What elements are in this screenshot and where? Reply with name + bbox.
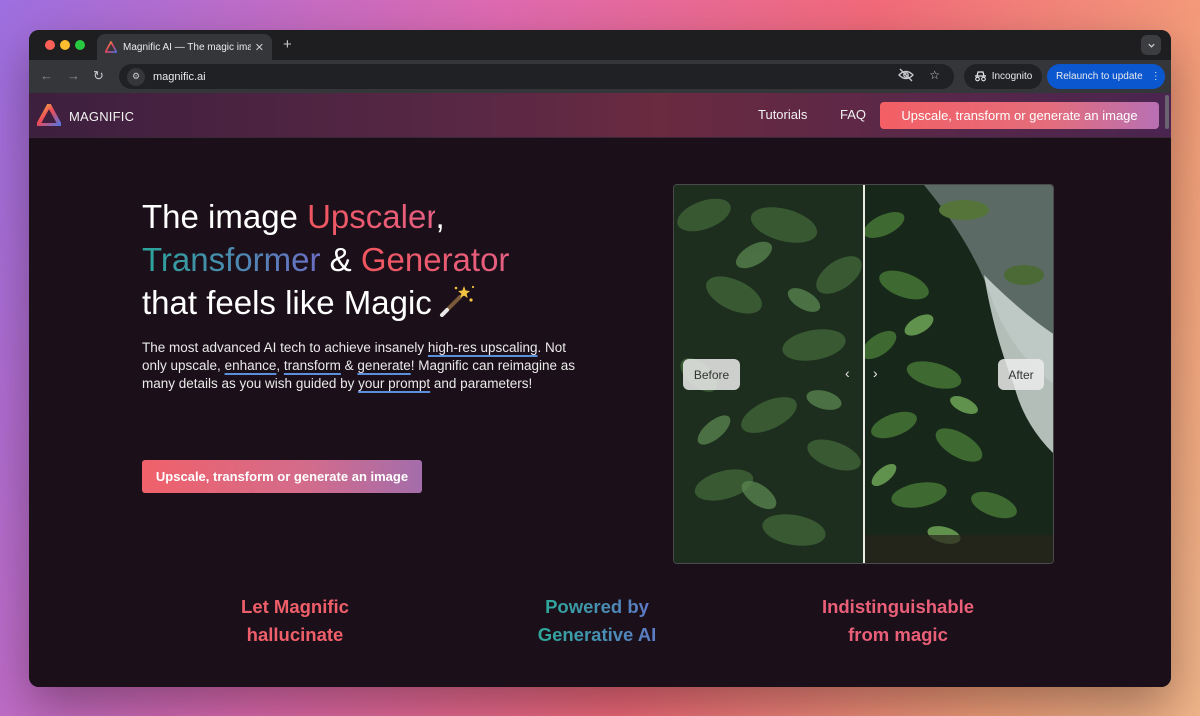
hero-title-ampersand: & <box>320 241 361 278</box>
header-cta-button[interactable]: Upscale, transform or generate an image <box>880 102 1159 129</box>
eye-off-icon[interactable] <box>898 68 914 82</box>
magic-wand-icon <box>439 285 474 317</box>
nav-link-faq[interactable]: FAQ <box>840 107 866 122</box>
hero-title-line-3: that feels like Magic <box>142 281 562 324</box>
hero-title-magic: that feels like Magic <box>142 284 432 321</box>
hero-cta-button[interactable]: Upscale, transform or generate an image <box>142 460 422 493</box>
before-label: Before <box>683 359 740 390</box>
url-text[interactable]: magnific.ai <box>153 71 206 83</box>
chevron-down-icon <box>1147 43 1155 48</box>
tab-magnific[interactable]: Magnific AI — The magic imag ✕ <box>97 34 272 60</box>
tab-title: Magnific AI — The magic imag <box>123 41 251 53</box>
high-res-upscaling-link[interactable]: high-res upscaling <box>428 340 538 355</box>
before-after-comparison[interactable]: ‹ › Before After <box>673 184 1054 564</box>
close-window-button[interactable] <box>45 40 55 50</box>
browser-window: Magnific AI — The magic imag ✕ + ← → ↻ ⚙… <box>29 30 1171 687</box>
feature-heading-line: Powered by <box>545 596 649 617</box>
hero-desc-text: The most advanced AI tech to achieve ins… <box>142 340 428 355</box>
relaunch-label: Relaunch to update <box>1056 71 1143 82</box>
hero-title-line-2: Transformer & Generator <box>142 238 562 281</box>
hero-title-generator: Generator <box>360 241 510 278</box>
hero-title-transformer: Transformer <box>142 241 321 278</box>
feature-heading-line: Generative AI <box>537 624 657 645</box>
hero-title-comma: , <box>435 198 445 235</box>
incognito-button[interactable]: Incognito <box>964 64 1042 89</box>
feature-heading-line: Indistinguishable <box>821 596 975 617</box>
hero-title: The image Upscaler, Transformer & Genera… <box>142 195 562 324</box>
more-vert-icon[interactable]: ⋮ <box>1151 71 1161 82</box>
tab-strip: Magnific AI — The magic imag ✕ + <box>29 30 1171 60</box>
new-tab-button[interactable]: + <box>283 36 292 53</box>
maximize-window-button[interactable] <box>75 40 85 50</box>
minimize-window-button[interactable] <box>60 40 70 50</box>
enhance-link[interactable]: enhance <box>225 358 277 373</box>
tab-close-icon[interactable]: ✕ <box>255 41 264 54</box>
web-page: MAGNIFIC Tutorials FAQ Upscale, transfor… <box>29 93 1171 687</box>
magnific-favicon-icon <box>105 41 117 53</box>
reload-icon[interactable]: ↻ <box>93 68 104 84</box>
incognito-label: Incognito <box>991 71 1033 82</box>
incognito-icon <box>974 71 986 82</box>
bookmark-star-icon[interactable]: ☆ <box>929 68 940 82</box>
magnific-logo-icon[interactable] <box>37 104 61 126</box>
browser-toolbar: ← → ↻ ⚙ magnific.ai ☆ Incognito Relaunch… <box>29 60 1171 93</box>
forward-arrow-icon[interactable]: → <box>67 68 80 83</box>
relaunch-button[interactable]: Relaunch to update ⋮ <box>1047 64 1165 89</box>
hero-title-text: The image <box>142 198 308 235</box>
hero-description: The most advanced AI tech to achieve ins… <box>142 339 582 393</box>
back-arrow-icon[interactable]: ← <box>40 68 53 83</box>
comparison-divider-handle[interactable] <box>863 185 865 563</box>
transform-link[interactable]: transform <box>284 358 341 373</box>
address-bar[interactable]: ⚙ magnific.ai ☆ <box>119 64 954 89</box>
nav-link-tutorials[interactable]: Tutorials <box>758 107 807 122</box>
logo-text[interactable]: MAGNIFIC <box>69 109 134 124</box>
your-prompt-link[interactable]: your prompt <box>358 376 430 391</box>
feature-indistinguishable: Indistinguishable from magic <box>788 593 1008 649</box>
site-header: MAGNIFIC Tutorials FAQ Upscale, transfor… <box>29 93 1171 138</box>
hero-title-line-1: The image Upscaler, <box>142 195 562 238</box>
chevron-left-icon[interactable]: ‹ <box>845 365 850 381</box>
chevron-right-icon[interactable]: › <box>873 365 878 381</box>
generate-link[interactable]: generate <box>357 358 410 373</box>
hero-desc-text: , <box>276 358 284 373</box>
scrollbar-thumb[interactable] <box>1165 95 1169 129</box>
feature-generative-ai: Powered by Generative AI <box>487 593 707 649</box>
hero-desc-text: and parameters! <box>430 376 533 391</box>
feature-hallucinate: Let Magnific hallucinate <box>185 593 405 649</box>
feature-heading-line: hallucinate <box>246 624 344 645</box>
hero-title-upscaler: Upscaler <box>307 198 436 235</box>
tab-search-button[interactable] <box>1141 35 1161 55</box>
after-label: After <box>998 359 1044 390</box>
site-info-icon[interactable]: ⚙ <box>127 67 145 86</box>
feature-heading-line: from magic <box>848 624 948 645</box>
feature-heading-line: Let Magnific <box>241 596 349 617</box>
hero-desc-text: & <box>340 358 358 373</box>
